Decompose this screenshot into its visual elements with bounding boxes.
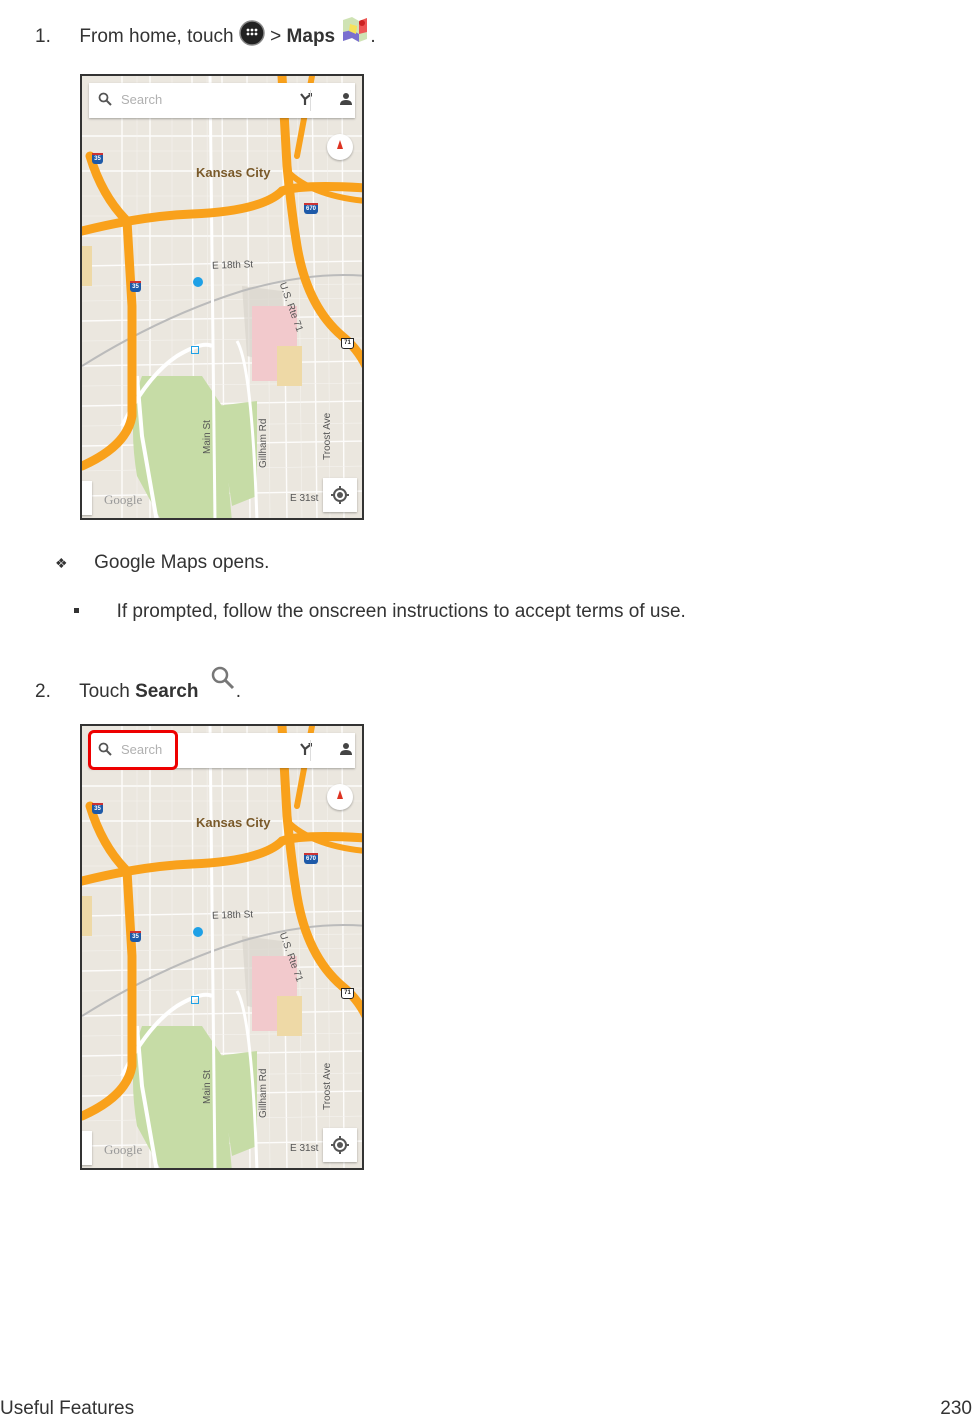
street-label-troost: Troost Ave [322,412,333,460]
poi-marker [191,346,199,354]
street-label-e18th: E 18th St [211,259,254,272]
divider [310,740,311,761]
poi-marker [191,996,199,1004]
step-2: 2. Touch Search . [35,665,241,703]
result-bullet: ❖ Google Maps opens. [55,552,270,573]
compass-icon [337,790,343,799]
city-label: Kansas City [196,815,271,830]
search-input[interactable]: Search [121,92,162,107]
apps-icon [239,20,265,52]
my-location-button[interactable] [323,478,357,512]
search-icon [210,665,236,697]
street-label-e18th: E 18th St [211,909,254,922]
street-label-e31st: E 31st [290,1143,319,1154]
divider [310,90,311,111]
maps-screenshot-1: 35 35 670 71 Kansas City E 18th St U.S. … [80,74,364,520]
i670-shield: 670 [304,853,318,864]
street-label-main: Main St [202,1070,213,1104]
diamond-bullet-icon: ❖ [55,555,68,571]
menu-button[interactable] [82,1131,92,1165]
compass-button[interactable] [327,134,353,160]
my-location-icon [331,486,349,504]
i35-shield: 35 [92,153,103,164]
i35-shield: 35 [130,281,141,292]
street-label-gillham: Gillham Rd [258,418,269,468]
step-text: From home, touch [79,26,234,47]
street-label-gillham: Gillham Rd [258,1068,269,1118]
step-1: 1. From home, touch > Maps . [35,14,376,52]
step-number: 2. [35,681,51,702]
search-label: Search [135,681,199,702]
street-label-e31st: E 31st [290,493,319,504]
menu-button[interactable] [82,481,92,515]
maps-screenshot-2: 35 35 670 71 Kansas City E 18th St U.S. … [80,724,364,1170]
my-location-button[interactable] [323,1128,357,1162]
compass-icon [337,140,343,149]
current-location-dot [193,927,203,937]
i35-shield: 35 [92,803,103,814]
google-watermark: Google [104,1142,143,1157]
search-highlight-box [88,730,178,770]
maps-label: Maps [286,26,336,47]
google-watermark: Google [104,492,143,507]
street-label-troost: Troost Ave [322,1062,333,1110]
my-location-icon [331,1136,349,1154]
i35-shield: 35 [130,931,141,942]
city-label: Kansas City [196,165,271,180]
maps-app-icon [340,14,370,50]
search-bar[interactable]: Search [89,83,355,118]
compass-button[interactable] [327,784,353,810]
us71-shield: 71 [341,988,354,999]
street-label-main: Main St [202,420,213,454]
current-location-dot [193,277,203,287]
note-bullet: If prompted, follow the onscreen instruc… [74,601,686,623]
separator: > [270,26,282,47]
square-bullet-icon [74,608,79,613]
i670-shield: 670 [304,203,318,214]
step-number: 1. [35,26,51,47]
us71-shield: 71 [341,338,354,349]
